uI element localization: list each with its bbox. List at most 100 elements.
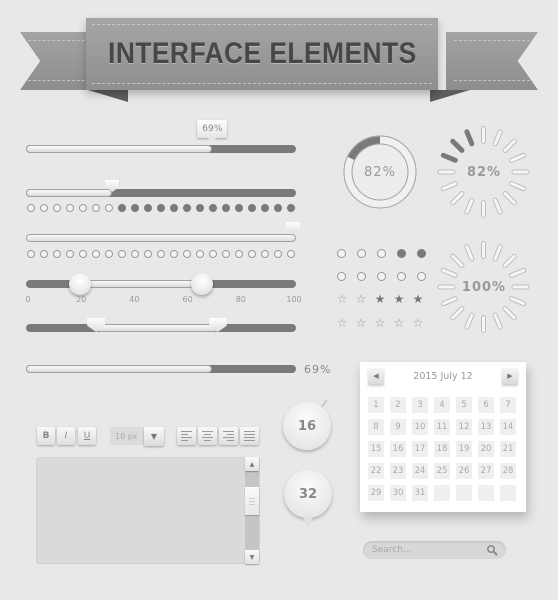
step-dot[interactable] bbox=[196, 250, 204, 258]
pin-range-slider-track[interactable] bbox=[26, 324, 296, 332]
step-dot[interactable] bbox=[183, 204, 191, 212]
step-dot[interactable] bbox=[157, 204, 165, 212]
step-dot[interactable] bbox=[53, 204, 61, 212]
step-dot[interactable] bbox=[287, 250, 295, 258]
calendar-day[interactable]: 1 bbox=[368, 397, 384, 413]
step-dot[interactable] bbox=[53, 250, 61, 258]
scroll-thumb[interactable] bbox=[245, 487, 259, 515]
underline-button[interactable]: U bbox=[78, 427, 96, 445]
radio-button[interactable] bbox=[357, 272, 366, 281]
calendar-day[interactable]: 10 bbox=[412, 419, 428, 435]
range-slider-track[interactable] bbox=[26, 280, 296, 288]
calendar-day[interactable]: 24 bbox=[412, 463, 428, 479]
star-outline-icon[interactable]: ☆ bbox=[373, 317, 387, 329]
font-size-select[interactable]: 10 px bbox=[110, 427, 144, 445]
scroll-down-button[interactable]: ▼ bbox=[245, 550, 259, 564]
search-input[interactable] bbox=[372, 545, 482, 555]
calendar-day[interactable]: 2 bbox=[390, 397, 406, 413]
star-outline-icon[interactable]: ☆ bbox=[354, 293, 368, 305]
calendar-day[interactable]: 11 bbox=[434, 419, 450, 435]
calendar-day[interactable]: 3 bbox=[412, 397, 428, 413]
step-dot[interactable] bbox=[40, 204, 48, 212]
step-dot[interactable] bbox=[79, 204, 87, 212]
radio-button[interactable] bbox=[397, 249, 406, 258]
radio-button[interactable] bbox=[357, 249, 366, 258]
radio-button[interactable] bbox=[337, 249, 346, 258]
step-dot[interactable] bbox=[248, 250, 256, 258]
step-dot[interactable] bbox=[66, 250, 74, 258]
search-icon[interactable] bbox=[486, 544, 498, 556]
slider-track-full[interactable] bbox=[26, 234, 296, 242]
star-filled-icon[interactable]: ★ bbox=[373, 293, 387, 305]
radio-button[interactable] bbox=[397, 272, 406, 281]
slider-track[interactable] bbox=[26, 189, 296, 197]
calendar-next-button[interactable]: ▶ bbox=[502, 368, 518, 384]
star-outline-icon[interactable]: ☆ bbox=[354, 317, 368, 329]
star-outline-icon[interactable]: ☆ bbox=[335, 293, 349, 305]
calendar-day[interactable]: 8 bbox=[368, 419, 384, 435]
radio-button[interactable] bbox=[377, 272, 386, 281]
calendar-day[interactable]: 16 bbox=[390, 441, 406, 457]
calendar-day[interactable]: 18 bbox=[434, 441, 450, 457]
step-dot[interactable] bbox=[157, 250, 165, 258]
calendar-day[interactable]: 29 bbox=[368, 485, 384, 501]
step-dot[interactable] bbox=[92, 204, 100, 212]
slider-handle-max[interactable] bbox=[286, 222, 300, 234]
step-dot[interactable] bbox=[287, 204, 295, 212]
calendar-day[interactable]: 30 bbox=[390, 485, 406, 501]
align-justify-button[interactable] bbox=[240, 427, 259, 445]
calendar-day[interactable]: 4 bbox=[434, 397, 450, 413]
radio-button[interactable] bbox=[337, 272, 346, 281]
step-dot[interactable] bbox=[40, 250, 48, 258]
calendar-day[interactable]: 9 bbox=[390, 419, 406, 435]
step-dot[interactable] bbox=[170, 204, 178, 212]
star-filled-icon[interactable]: ★ bbox=[392, 293, 406, 305]
step-dot[interactable] bbox=[261, 250, 269, 258]
calendar-day[interactable]: 27 bbox=[478, 463, 494, 479]
calendar-day[interactable]: 12 bbox=[456, 419, 472, 435]
step-dot[interactable] bbox=[27, 204, 35, 212]
calendar-day[interactable]: 22 bbox=[368, 463, 384, 479]
step-dot[interactable] bbox=[105, 250, 113, 258]
step-dot[interactable] bbox=[144, 250, 152, 258]
step-dot[interactable] bbox=[105, 204, 113, 212]
align-right-button[interactable] bbox=[219, 427, 238, 445]
step-dot[interactable] bbox=[131, 204, 139, 212]
calendar-day[interactable]: 25 bbox=[434, 463, 450, 479]
step-dot[interactable] bbox=[222, 204, 230, 212]
calendar-day[interactable]: 5 bbox=[456, 397, 472, 413]
step-dot[interactable] bbox=[209, 250, 217, 258]
star-outline-icon[interactable]: ☆ bbox=[335, 317, 349, 329]
step-dot[interactable] bbox=[248, 204, 256, 212]
step-dot[interactable] bbox=[235, 204, 243, 212]
step-dot[interactable] bbox=[170, 250, 178, 258]
step-dot[interactable] bbox=[79, 250, 87, 258]
calendar-day[interactable]: 20 bbox=[478, 441, 494, 457]
scroll-up-button[interactable]: ▲ bbox=[245, 457, 259, 471]
step-dot[interactable] bbox=[222, 250, 230, 258]
step-dot[interactable] bbox=[235, 250, 243, 258]
step-dot[interactable] bbox=[209, 204, 217, 212]
radio-button[interactable] bbox=[417, 249, 426, 258]
step-dot[interactable] bbox=[274, 250, 282, 258]
calendar-day[interactable]: 17 bbox=[412, 441, 428, 457]
range-slider-knob-max[interactable] bbox=[190, 273, 213, 295]
italic-button[interactable]: I bbox=[57, 427, 75, 445]
star-outline-icon[interactable]: ☆ bbox=[392, 317, 406, 329]
calendar-day[interactable]: 6 bbox=[478, 397, 494, 413]
calendar-day[interactable]: 7 bbox=[500, 397, 516, 413]
radio-button[interactable] bbox=[417, 272, 426, 281]
step-dot[interactable] bbox=[27, 250, 35, 258]
align-center-button[interactable] bbox=[198, 427, 217, 445]
step-dot[interactable] bbox=[144, 204, 152, 212]
vertical-scrollbar[interactable]: ▲ ▼ bbox=[245, 457, 259, 564]
step-dot[interactable] bbox=[66, 204, 74, 212]
range-slider-knob-min[interactable] bbox=[69, 273, 91, 295]
radio-button[interactable] bbox=[377, 249, 386, 258]
calendar-day[interactable]: 15 bbox=[368, 441, 384, 457]
step-dot[interactable] bbox=[92, 250, 100, 258]
calendar-day[interactable]: 26 bbox=[456, 463, 472, 479]
calendar-day[interactable]: 13 bbox=[478, 419, 494, 435]
step-dot[interactable] bbox=[196, 204, 204, 212]
step-dot[interactable] bbox=[183, 250, 191, 258]
